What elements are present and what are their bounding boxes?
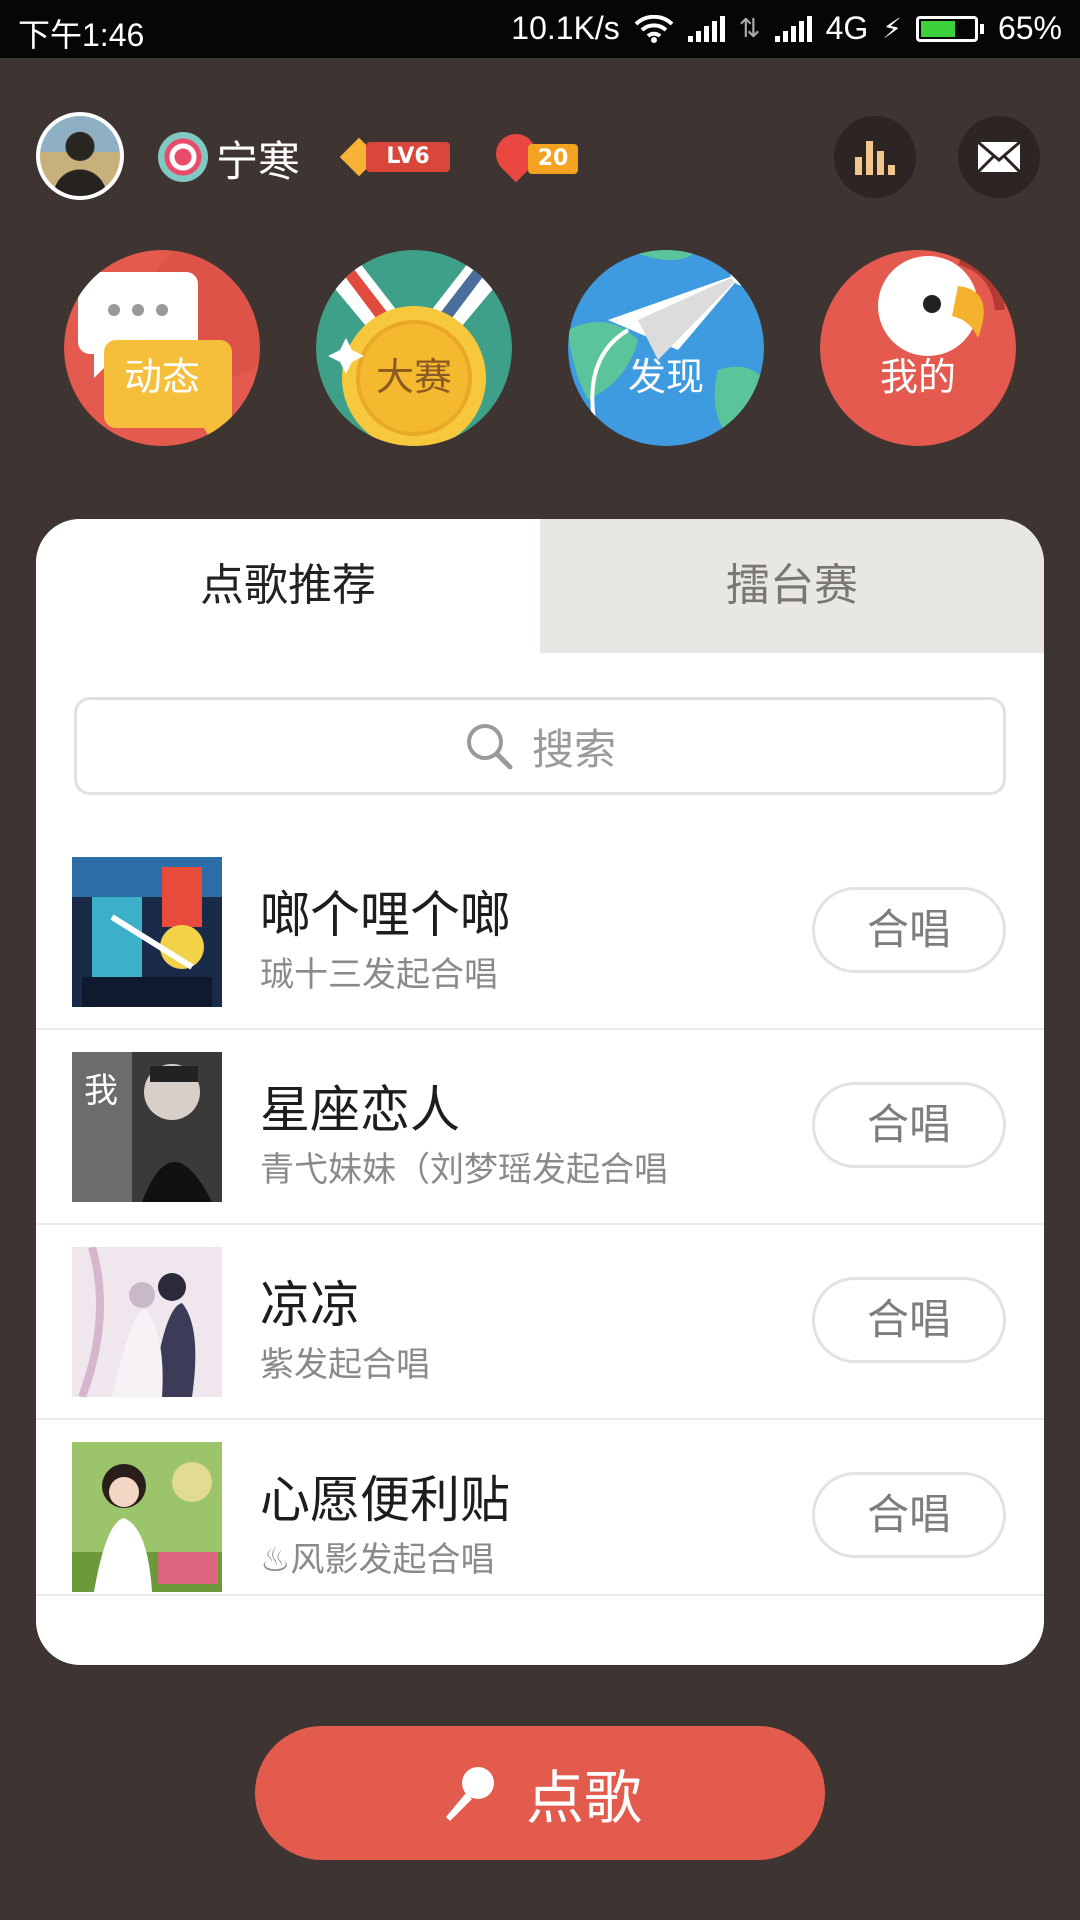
status-right: 10.1K/s ⇅ 4G ⚡ 65% <box>511 10 1062 47</box>
main-nav: 动态 大赛 发现 我的 <box>0 250 1080 450</box>
signal-icon <box>687 15 725 42</box>
mail-button[interactable] <box>958 116 1040 198</box>
chorus-button[interactable]: 合唱 <box>812 1472 1006 1558</box>
microphone-icon <box>445 1767 494 1821</box>
avatar[interactable] <box>36 112 124 200</box>
song-subtitle: 珹十三发起合唱 <box>260 955 498 995</box>
tab-arena[interactable]: 擂台赛 <box>540 519 1044 653</box>
song-subtitle: 青弋妹妹（刘梦瑶发起合唱 <box>260 1150 668 1190</box>
username[interactable]: 宁寒 <box>216 128 300 189</box>
chorus-button[interactable]: 合唱 <box>812 1277 1006 1363</box>
battery-percent: 65% <box>997 10 1062 46</box>
song-title: 啷个哩个啷 <box>260 886 510 944</box>
profile-header: 宁寒 LV6 20 <box>0 108 1080 208</box>
data-transfer-icon: ⇅ <box>738 13 761 43</box>
nav-feed[interactable]: 动态 <box>64 250 260 446</box>
request-song-button[interactable]: 点歌 <box>255 1726 825 1860</box>
level-badge[interactable]: LV6 <box>339 137 452 177</box>
song-row[interactable]: 凉凉 紫发起合唱 合唱 <box>36 1225 1044 1420</box>
tab-bar: 点歌推荐 擂台赛 <box>36 519 1044 653</box>
search-icon <box>466 724 513 770</box>
song-title: 心愿便利贴 <box>260 1471 510 1529</box>
song-list: 啷个哩个啷 珹十三发起合唱 合唱 我 星座恋人 青弋妹妹（刘梦瑶发起合唱 合唱 <box>36 835 1044 1596</box>
nav-mine[interactable]: 我的 <box>820 250 1016 446</box>
nav-feed-label: 动态 <box>123 355 200 399</box>
song-card: 点歌推荐 擂台赛 搜索 啷个哩个啷 珹十三发起合唱 合唱 我 星座恋人 青弋妹妹… <box>36 519 1044 1665</box>
album-cover <box>72 857 222 1007</box>
album-cover: 我 <box>72 1052 222 1202</box>
search-placeholder: 搜索 <box>531 724 616 774</box>
nav-discover[interactable]: 发现 <box>568 250 764 446</box>
network-speed: 10.1K/s <box>511 10 620 46</box>
tab-recommend[interactable]: 点歌推荐 <box>36 519 540 653</box>
flower-count: 20 <box>528 144 578 174</box>
status-bar: 下午1:46 10.1K/s ⇅ 4G ⚡ 65% <box>0 0 1080 58</box>
song-row[interactable]: 心愿便利贴 ♨风影发起合唱 合唱 <box>36 1420 1044 1596</box>
envelope-icon <box>976 140 1022 174</box>
chorus-button[interactable]: 合唱 <box>812 1082 1006 1168</box>
wifi-icon <box>634 14 674 43</box>
song-subtitle: ♨风影发起合唱 <box>260 1540 495 1580</box>
chorus-button[interactable]: 合唱 <box>812 887 1006 973</box>
level-label: LV6 <box>366 142 450 172</box>
song-row[interactable]: 我 星座恋人 青弋妹妹（刘梦瑶发起合唱 合唱 <box>36 1030 1044 1225</box>
song-subtitle: 紫发起合唱 <box>260 1345 430 1385</box>
search-input[interactable]: 搜索 <box>74 697 1006 795</box>
nav-contest[interactable]: 大赛 <box>316 250 512 446</box>
svg-text:我: 我 <box>84 1071 118 1111</box>
battery-icon <box>915 15 984 42</box>
user-flower-icon <box>158 132 208 182</box>
album-cover <box>72 1247 222 1397</box>
nav-discover-label: 发现 <box>627 355 704 399</box>
song-row[interactable]: 啷个哩个啷 珹十三发起合唱 合唱 <box>36 835 1044 1030</box>
signal-icon-2 <box>774 15 812 42</box>
album-cover <box>72 1442 222 1592</box>
network-type: 4G <box>825 10 869 46</box>
song-title: 凉凉 <box>260 1276 360 1334</box>
nav-mine-label: 我的 <box>879 355 956 399</box>
request-song-label: 点歌 <box>525 1764 642 1832</box>
nav-contest-label: 大赛 <box>375 355 452 399</box>
song-title: 星座恋人 <box>260 1081 460 1139</box>
charging-icon: ⚡ <box>882 13 902 44</box>
stats-button[interactable] <box>834 116 916 198</box>
status-time: 下午1:46 <box>18 17 145 53</box>
bar-chart-icon <box>855 141 895 175</box>
flower-count-badge[interactable]: 20 <box>487 125 584 183</box>
